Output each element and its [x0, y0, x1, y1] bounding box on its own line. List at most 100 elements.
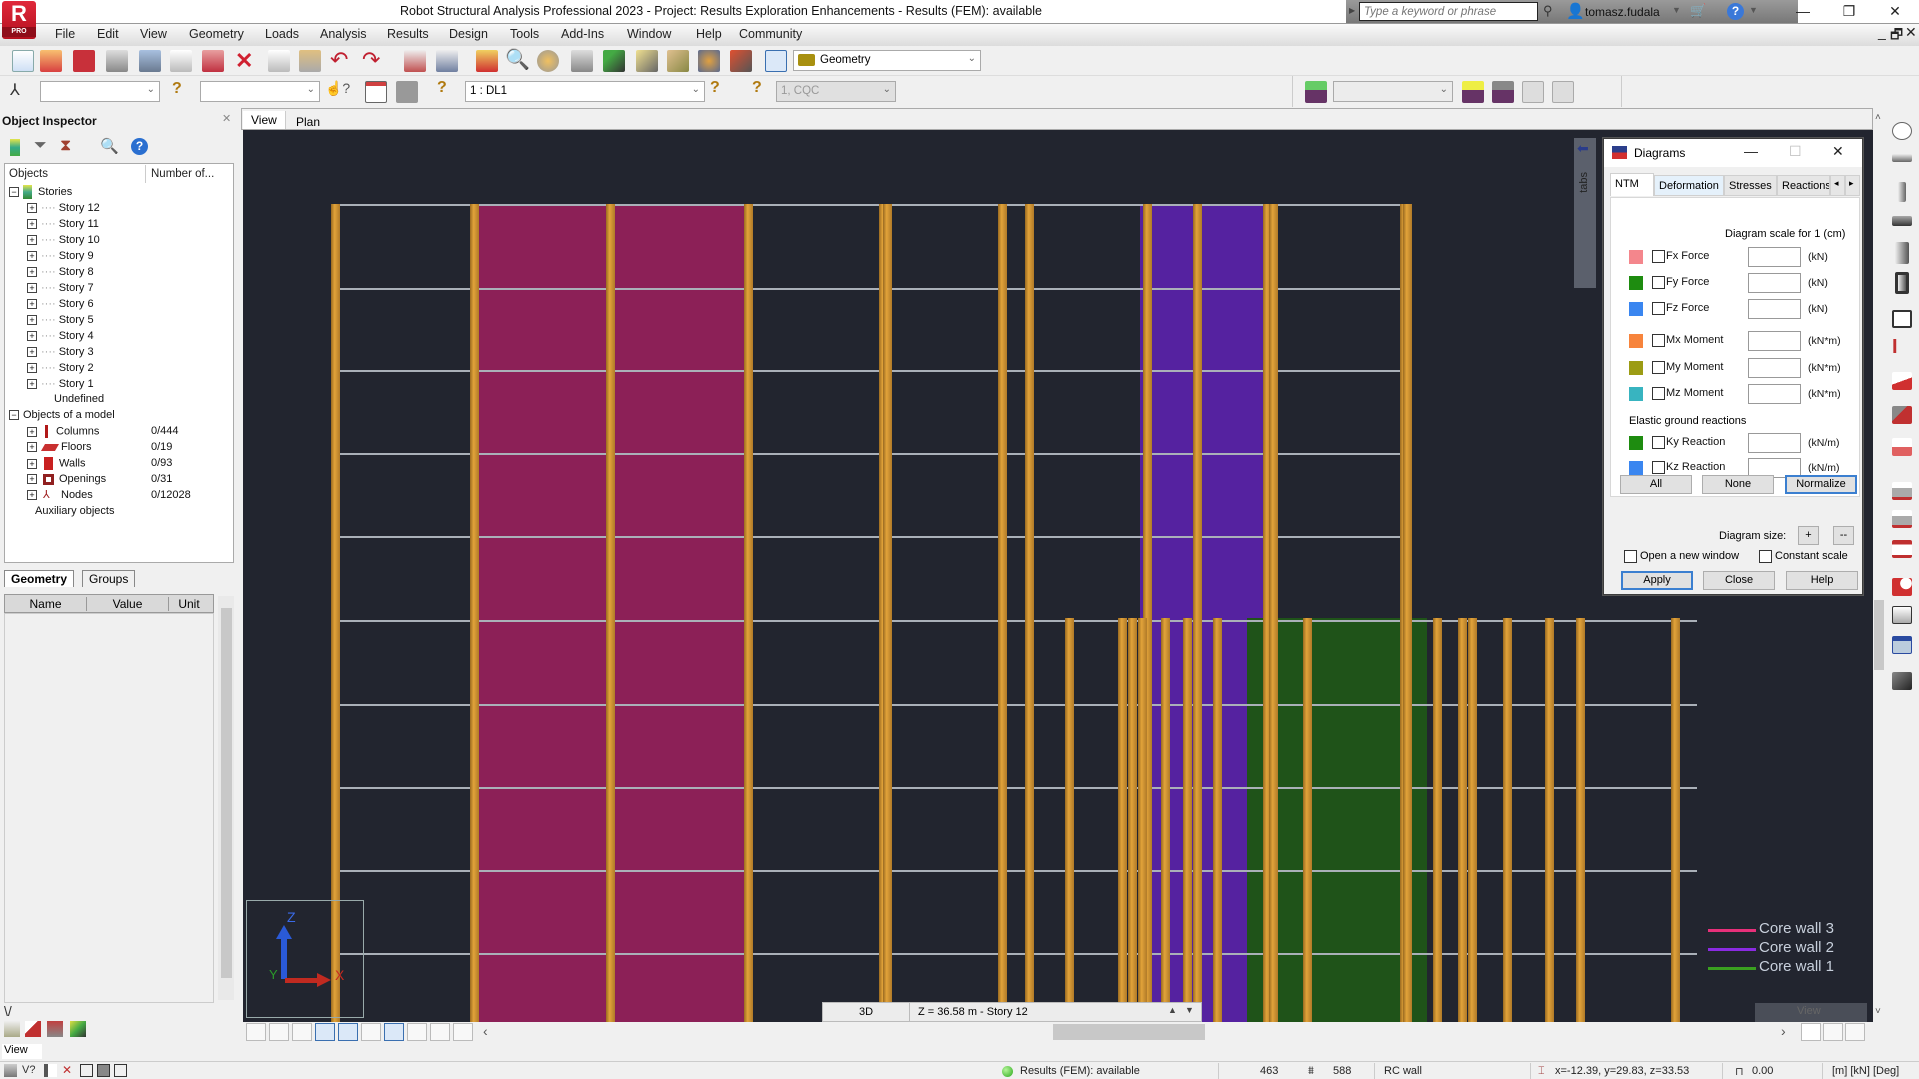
- expand-icon[interactable]: +: [27, 315, 37, 326]
- tree-node-story[interactable]: + ···· Story 4: [27, 330, 94, 342]
- mdi-restore-button[interactable]: 🗗: [1890, 24, 1903, 48]
- tree-node-story[interactable]: + ···· Story 10: [27, 234, 100, 246]
- menu-design[interactable]: Design: [449, 27, 488, 41]
- bar-selection-combo[interactable]: ⌄: [200, 81, 320, 102]
- wall-icon[interactable]: [1895, 242, 1909, 264]
- local-axes-icon[interactable]: [361, 1023, 381, 1041]
- mode-shape-icon[interactable]: ?: [710, 79, 720, 97]
- menu-add-ins[interactable]: Add-Ins: [561, 27, 604, 41]
- wrench-icon[interactable]: [730, 50, 752, 72]
- print-icon[interactable]: [106, 50, 128, 72]
- diagram-size-plus-button[interactable]: +: [1798, 526, 1819, 545]
- tree-node-story[interactable]: + ···· Story 5: [27, 314, 94, 326]
- scale-input[interactable]: [1748, 433, 1801, 453]
- node-selection-icon[interactable]: ⅄: [10, 80, 20, 100]
- color-swatch[interactable]: [1629, 334, 1643, 348]
- units-display[interactable]: [m] [kN] [Deg]: [1832, 1065, 1899, 1077]
- release-icon[interactable]: [1892, 578, 1912, 596]
- structure-select[interactable]: ⌄: [1333, 81, 1453, 102]
- menu-tools[interactable]: Tools: [510, 27, 539, 41]
- diagram-checkbox[interactable]: [1652, 276, 1665, 289]
- menu-results[interactable]: Results: [387, 27, 429, 41]
- close-icon[interactable]: ✕: [222, 112, 231, 125]
- scale-input[interactable]: [1748, 358, 1801, 378]
- column-header-objects[interactable]: Objects: [9, 168, 48, 180]
- scroll-left-icon[interactable]: ‹: [483, 1023, 488, 1039]
- story-down-arrow-icon[interactable]: ▼: [1185, 1005, 1194, 1015]
- app-logo[interactable]: R PRO: [2, 1, 36, 39]
- story-up-arrow-icon[interactable]: ▲: [1168, 1005, 1177, 1015]
- expand-search-icon[interactable]: ▶: [1349, 6, 1355, 15]
- status-tool-icon-1[interactable]: [4, 1064, 17, 1077]
- selection-icon[interactable]: ⩩: [1308, 1065, 1314, 1078]
- display-settings-icon[interactable]: [453, 1023, 473, 1041]
- section-view-icon[interactable]: [571, 50, 593, 72]
- properties-scrollbar[interactable]: [218, 596, 234, 1000]
- help-icon[interactable]: ?: [131, 138, 148, 155]
- status-grid-icon[interactable]: [44, 1064, 57, 1077]
- node-selection-combo[interactable]: ⌄: [40, 81, 160, 102]
- collapse-icon[interactable]: −: [9, 410, 19, 421]
- viewport-vertical-scrollbar[interactable]: ˄ ˅: [1873, 110, 1885, 1022]
- help-button[interactable]: Help: [1786, 571, 1858, 590]
- apply-button[interactable]: Apply: [1621, 571, 1693, 590]
- diagram-checkbox[interactable]: [1652, 250, 1665, 263]
- expand-icon[interactable]: +: [27, 426, 37, 437]
- undo-icon[interactable]: ↶: [330, 47, 348, 73]
- close-button[interactable]: Close: [1703, 571, 1775, 590]
- expand-icon[interactable]: +: [27, 203, 37, 214]
- load-case-select[interactable]: 1 : DL1 ⌄: [465, 81, 705, 102]
- tree-node-story[interactable]: + ···· Story 11: [27, 218, 99, 230]
- diagram-checkbox[interactable]: [1652, 361, 1665, 374]
- status-box-icon-1[interactable]: [80, 1064, 93, 1077]
- structure-view-icon[interactable]: [1462, 81, 1484, 103]
- tree-node-story[interactable]: + ···· Story 3: [27, 346, 94, 358]
- clear-filter-icon[interactable]: ⧗: [60, 137, 71, 155]
- expand-icon[interactable]: +: [27, 251, 37, 262]
- save-icon[interactable]: [73, 50, 95, 72]
- dialog-close-button[interactable]: ✕: [1832, 143, 1844, 160]
- column-header-unit[interactable]: Unit: [169, 597, 209, 611]
- column-header-number[interactable]: Number of...: [151, 168, 214, 180]
- expand-icon[interactable]: +: [27, 267, 37, 278]
- restore-button[interactable]: ❐: [1826, 0, 1872, 23]
- tab-stresses[interactable]: Stresses: [1724, 175, 1777, 196]
- command-view-field[interactable]: View: [2, 1044, 42, 1059]
- diagram-checkbox[interactable]: [1652, 334, 1665, 347]
- expand-icon[interactable]: +: [27, 442, 37, 453]
- tab-scroll-left-icon[interactable]: ◂: [1830, 175, 1845, 196]
- close-button[interactable]: ✕: [1872, 0, 1918, 23]
- normalize-button[interactable]: Normalize: [1785, 475, 1857, 494]
- view-ghost-button[interactable]: View: [1755, 1003, 1867, 1022]
- panel-numbers-icon[interactable]: [292, 1023, 312, 1041]
- none-button[interactable]: None: [1702, 475, 1774, 494]
- settings-gear-icon[interactable]: [698, 50, 720, 72]
- help-icon[interactable]: ?: [1727, 3, 1744, 20]
- hand-help-icon[interactable]: ☝?: [325, 80, 350, 97]
- menu-community[interactable]: Community: [739, 27, 802, 41]
- all-button[interactable]: All: [1620, 475, 1692, 494]
- scroll-right-icon[interactable]: ›: [1781, 1023, 1786, 1039]
- color-swatch[interactable]: [1629, 436, 1643, 450]
- load-cases-icon[interactable]: [1892, 482, 1912, 500]
- color-swatch[interactable]: [1629, 302, 1643, 316]
- horizontal-scrollbar-thumb[interactable]: [1053, 1024, 1205, 1040]
- load-values-icon[interactable]: [430, 1023, 450, 1041]
- paste-icon[interactable]: [299, 50, 321, 72]
- tree-node-undefined[interactable]: Undefined: [54, 393, 104, 405]
- layout-select[interactable]: Geometry ⌄: [793, 50, 981, 71]
- inspector-tool-icon-1[interactable]: [4, 1021, 20, 1037]
- color-swatch[interactable]: [1629, 250, 1643, 264]
- help-dropdown-icon[interactable]: ▼: [1749, 5, 1758, 15]
- color-swatch[interactable]: [1629, 461, 1643, 475]
- tree-node-model-object[interactable]: + ⅄ Nodes 0/12028: [27, 489, 227, 501]
- panels-display-icon[interactable]: [384, 1023, 404, 1041]
- status-box-icon-3[interactable]: [114, 1064, 127, 1077]
- column-header-name[interactable]: Name: [5, 597, 87, 611]
- tree-node-objects-of-model[interactable]: − Objects of a model: [9, 409, 115, 421]
- status-snap-icon[interactable]: ✕: [62, 1063, 72, 1077]
- support-icon[interactable]: [1892, 438, 1912, 456]
- mdi-close-button[interactable]: ✕: [1905, 24, 1917, 41]
- view-mode-3d-button[interactable]: 3D: [823, 1003, 910, 1021]
- expand-icon[interactable]: +: [27, 490, 37, 501]
